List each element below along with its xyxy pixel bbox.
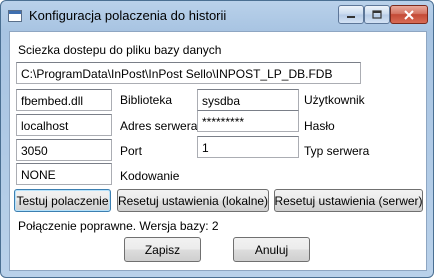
status-text: Połączenie poprawne. Wersja bazy: 2 bbox=[18, 219, 219, 233]
minimize-button[interactable] bbox=[338, 5, 364, 24]
server-address-field[interactable]: localhost bbox=[16, 114, 112, 136]
dialog-body: Sciezka dostepu do pliku bazy danych C:\… bbox=[9, 31, 427, 271]
minimize-icon bbox=[347, 15, 355, 18]
cancel-button[interactable]: Anuluj bbox=[233, 237, 310, 262]
window-title: Konfiguracja polaczenia do historii bbox=[29, 8, 227, 23]
test-connection-button[interactable]: Testuj polaczenie bbox=[14, 189, 111, 212]
encoding-label: Kodowanie bbox=[120, 169, 180, 183]
maximize-button[interactable] bbox=[364, 5, 390, 24]
server-type-field[interactable]: 1 bbox=[197, 136, 299, 158]
db-path-label: Sciezka dostepu do pliku bazy danych bbox=[18, 43, 222, 57]
maximize-icon bbox=[372, 10, 382, 19]
title-bar[interactable]: Konfiguracja polaczenia do historii bbox=[1, 1, 433, 31]
close-button[interactable] bbox=[390, 5, 428, 24]
reset-server-button[interactable]: Resetuj ustawienia (serwer) bbox=[274, 189, 423, 212]
db-path-field[interactable]: C:\ProgramData\InPost\InPost Sello\INPOS… bbox=[16, 62, 361, 84]
dialog-window: Konfiguracja polaczenia do historii Scie… bbox=[0, 0, 434, 278]
server-address-label: Adres serwera bbox=[120, 119, 198, 133]
save-button[interactable]: Zapisz bbox=[124, 237, 201, 262]
library-label: Biblioteka bbox=[120, 93, 173, 107]
reset-local-button[interactable]: Resetuj ustawienia (lokalne) bbox=[117, 189, 269, 212]
library-field[interactable]: fbembed.dll bbox=[16, 89, 112, 111]
close-icon bbox=[404, 9, 414, 20]
server-type-label: Typ serwera bbox=[304, 144, 370, 158]
port-label: Port bbox=[120, 144, 143, 158]
user-field[interactable]: sysdba bbox=[197, 89, 299, 111]
window-icon bbox=[8, 10, 22, 22]
port-field[interactable]: 3050 bbox=[16, 139, 112, 161]
encoding-field[interactable]: NONE bbox=[16, 163, 112, 185]
password-label: Hasło bbox=[304, 119, 335, 133]
password-field[interactable]: ********* bbox=[197, 110, 299, 132]
user-label: Użytkownik bbox=[304, 93, 365, 107]
